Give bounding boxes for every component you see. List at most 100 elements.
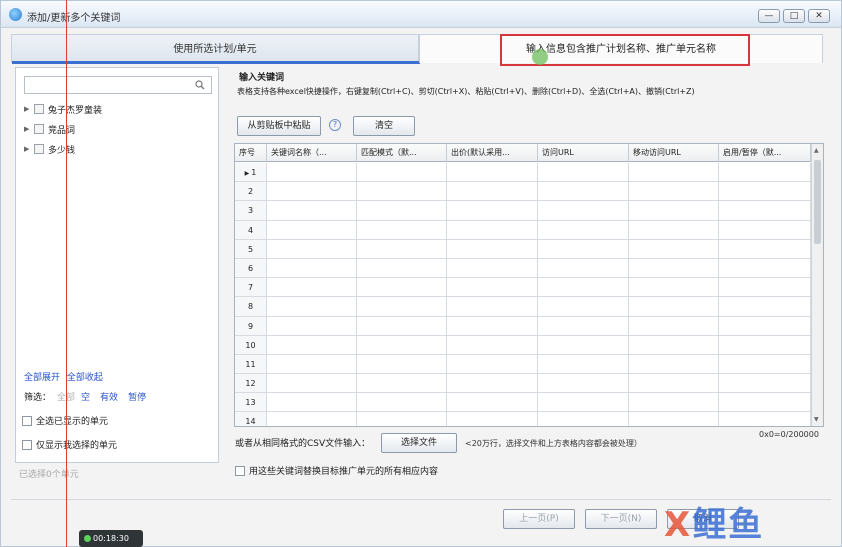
scrollbar-thumb[interactable]: [814, 160, 821, 244]
next-page-button[interactable]: 下一页(N): [585, 509, 657, 529]
table-cell[interactable]: [267, 182, 357, 201]
table-row[interactable]: 13: [235, 393, 811, 413]
table-cell[interactable]: [538, 239, 629, 258]
expand-arrow-icon[interactable]: ▶: [24, 125, 30, 133]
table-cell[interactable]: [447, 335, 538, 354]
tab-use-selected[interactable]: 使用所选计划/单元: [11, 34, 420, 64]
show-selected-only-option[interactable]: 仅显示我选择的单元: [22, 438, 117, 451]
table-cell[interactable]: [447, 297, 538, 316]
table-row[interactable]: 8: [235, 297, 811, 317]
table-cell[interactable]: [629, 316, 719, 335]
table-cell[interactable]: [267, 258, 357, 278]
column-header[interactable]: 访问URL: [538, 144, 629, 162]
table-cell[interactable]: [357, 239, 447, 258]
table-cell[interactable]: [629, 354, 719, 374]
maximize-button[interactable]: □: [783, 9, 805, 23]
table-cell[interactable]: [267, 354, 357, 374]
column-header[interactable]: 出价(默认采用...: [447, 144, 538, 162]
table-cell[interactable]: [629, 335, 719, 354]
table-cell[interactable]: [357, 393, 447, 412]
table-cell[interactable]: [719, 163, 811, 182]
help-icon[interactable]: ?: [329, 119, 341, 131]
table-cell[interactable]: [447, 316, 538, 335]
table-cell[interactable]: [357, 374, 447, 393]
scroll-up-icon[interactable]: ▲: [814, 147, 819, 154]
table-cell[interactable]: [719, 412, 811, 426]
table-row[interactable]: 9: [235, 316, 811, 336]
table-row[interactable]: 5: [235, 239, 811, 259]
table-cell[interactable]: [629, 412, 719, 426]
search-icon[interactable]: [195, 80, 205, 90]
table-cell[interactable]: [357, 335, 447, 354]
table-row[interactable]: 2: [235, 182, 811, 202]
clear-button[interactable]: 清空: [353, 116, 415, 136]
filter-empty[interactable]: 空: [81, 390, 90, 403]
table-cell[interactable]: [538, 354, 629, 374]
table-cell[interactable]: [357, 220, 447, 239]
select-all-shown-checkbox[interactable]: [22, 415, 32, 426]
grid-vertical-scrollbar[interactable]: ▲ ▼: [811, 144, 823, 426]
table-cell[interactable]: [267, 278, 357, 297]
table-cell[interactable]: [267, 393, 357, 412]
table-cell[interactable]: [357, 316, 447, 335]
table-cell[interactable]: [357, 163, 447, 182]
table-row[interactable]: 4: [235, 220, 811, 240]
table-cell[interactable]: [719, 239, 811, 258]
table-cell[interactable]: [267, 201, 357, 220]
table-cell[interactable]: [267, 412, 357, 426]
table-cell[interactable]: [447, 182, 538, 201]
table-cell[interactable]: [447, 374, 538, 393]
table-cell[interactable]: [357, 258, 447, 278]
table-cell[interactable]: [447, 220, 538, 239]
table-cell[interactable]: [267, 374, 357, 393]
table-cell[interactable]: [447, 278, 538, 297]
table-cell[interactable]: [629, 258, 719, 278]
table-cell[interactable]: [719, 374, 811, 393]
table-cell[interactable]: [538, 374, 629, 393]
tree-item-plan[interactable]: ▶ 兔子杰罗童装: [24, 101, 102, 117]
table-cell[interactable]: [267, 297, 357, 316]
expand-arrow-icon[interactable]: ▶: [24, 105, 30, 113]
table-row[interactable]: 12: [235, 374, 811, 394]
table-row[interactable]: 11: [235, 354, 811, 375]
table-cell[interactable]: [538, 412, 629, 426]
table-cell[interactable]: [447, 354, 538, 374]
keyword-grid[interactable]: 序号 关键词名称（... 匹配模式（默... 出价(默认采用... 访问URL …: [234, 143, 824, 427]
tree-item-plan[interactable]: ▶ 多少钱: [24, 141, 75, 157]
table-cell[interactable]: [719, 316, 811, 335]
select-all-shown-option[interactable]: 全选已显示的单元: [22, 414, 108, 427]
table-cell[interactable]: [719, 201, 811, 220]
show-selected-only-checkbox[interactable]: [22, 439, 32, 450]
table-cell[interactable]: [538, 316, 629, 335]
table-cell[interactable]: [629, 374, 719, 393]
table-cell[interactable]: [629, 163, 719, 182]
tree-item-plan[interactable]: ▶ 竞品词: [24, 121, 75, 137]
table-cell[interactable]: [447, 412, 538, 426]
table-row[interactable]: 14: [235, 412, 811, 426]
table-cell[interactable]: [357, 278, 447, 297]
table-cell[interactable]: [538, 163, 629, 182]
table-cell[interactable]: [267, 220, 357, 239]
expand-all-link[interactable]: 全部展开: [24, 373, 60, 383]
table-row[interactable]: ▶ 1: [235, 163, 811, 183]
collapse-all-link[interactable]: 全部收起: [67, 373, 103, 383]
table-cell[interactable]: [719, 393, 811, 412]
column-header[interactable]: 关键词名称（...: [267, 144, 357, 162]
table-cell[interactable]: [629, 239, 719, 258]
table-cell[interactable]: [629, 201, 719, 220]
replace-option[interactable]: 用这些关键词替换目标推广单元的所有相应内容: [235, 464, 438, 477]
table-cell[interactable]: [719, 182, 811, 201]
table-cell[interactable]: [447, 239, 538, 258]
column-header[interactable]: 匹配模式（默...: [357, 144, 447, 162]
table-cell[interactable]: [629, 220, 719, 239]
table-row[interactable]: 7: [235, 278, 811, 298]
table-cell[interactable]: [629, 278, 719, 297]
tree-checkbox[interactable]: [34, 104, 44, 114]
table-cell[interactable]: [538, 220, 629, 239]
table-cell[interactable]: [357, 412, 447, 426]
table-cell[interactable]: [538, 258, 629, 278]
table-cell[interactable]: [538, 393, 629, 412]
tree-checkbox[interactable]: [34, 144, 44, 154]
paste-from-clipboard-button[interactable]: 从剪贴板中粘贴: [237, 116, 321, 136]
table-row[interactable]: 6: [235, 258, 811, 279]
